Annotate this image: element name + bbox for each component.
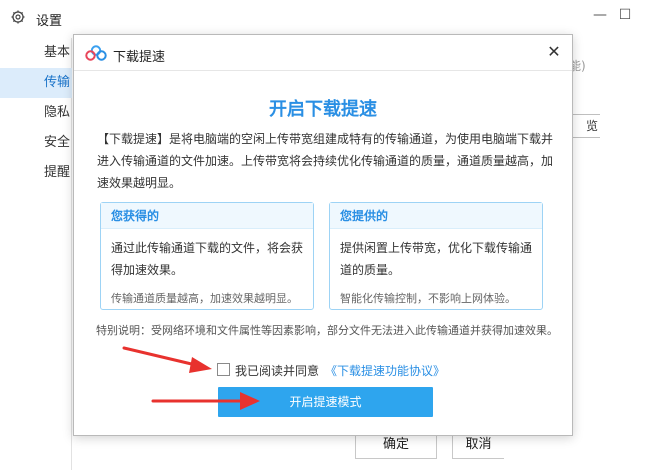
agreement-link[interactable]: 《下载提速功能协议》 — [325, 362, 445, 379]
card-footer: 智能化传输控制，不影响上网体验。 — [340, 292, 516, 305]
benefit-card: 您获得的 通过此传输通道下载的文件，将会获得加速效果。 传输通道质量越高，加速效… — [100, 202, 314, 310]
gear-icon — [11, 10, 25, 24]
settings-titlebar: 设置 — ☐ — [0, 0, 645, 34]
special-note: 特别说明：受网络环境和文件属性等因素影响，部分文件无法进入此传输通道并获得加速效… — [96, 324, 558, 337]
card-body: 通过此传输通道下载的文件，将会获得加速效果。 — [111, 241, 304, 277]
close-icon[interactable]: ✕ — [542, 40, 566, 64]
enable-boost-button[interactable]: 开启提速模式 — [218, 387, 433, 417]
agreement-checkbox[interactable] — [217, 363, 230, 376]
sidebar-item-security[interactable]: 安全 — [0, 128, 72, 158]
card-title: 您获得的 — [101, 203, 313, 229]
maximize-button[interactable]: ☐ — [612, 4, 638, 26]
dialog-title: 下载提速 — [113, 50, 166, 65]
dialog-titlebar: 下载提速 ✕ — [74, 35, 572, 71]
sidebar-item-transfer[interactable]: 传输 — [0, 68, 72, 98]
sidebar-item-reminder[interactable]: 提醒 — [0, 158, 72, 188]
card-body: 提供闲置上传带宽，优化下载传输通道的质量。 — [340, 241, 533, 277]
sidebar-item-privacy[interactable]: 隐私 — [0, 98, 72, 128]
card-footer: 传输通道质量越高，加速效果越明显。 — [111, 292, 298, 305]
settings-title: 设置 — [36, 14, 63, 29]
sidebar-item-basic[interactable]: 基本 — [0, 38, 72, 68]
agreement-label: 我已阅读并同意 — [235, 364, 320, 378]
minimize-button[interactable]: — — [587, 4, 613, 26]
card-title: 您提供的 — [330, 203, 542, 229]
download-boost-dialog: 下载提速 ✕ 开启下载提速 【下载提速】是将电脑端的空闲上传带宽组建成特有的传输… — [73, 34, 573, 436]
contribution-card: 您提供的 提供闲置上传带宽，优化下载传输通道的质量。 智能化传输控制，不影响上网… — [329, 202, 543, 310]
dialog-heading: 开启下载提速 — [269, 99, 377, 120]
baidu-netdisk-logo-icon — [85, 45, 107, 61]
dialog-description: 【下载提速】是将电脑端的空闲上传带宽组建成特有的传输通道，为使用电脑端下载并进入… — [97, 132, 554, 190]
settings-sidebar: 基本 传输 隐私 安全 提醒 — [0, 38, 72, 470]
